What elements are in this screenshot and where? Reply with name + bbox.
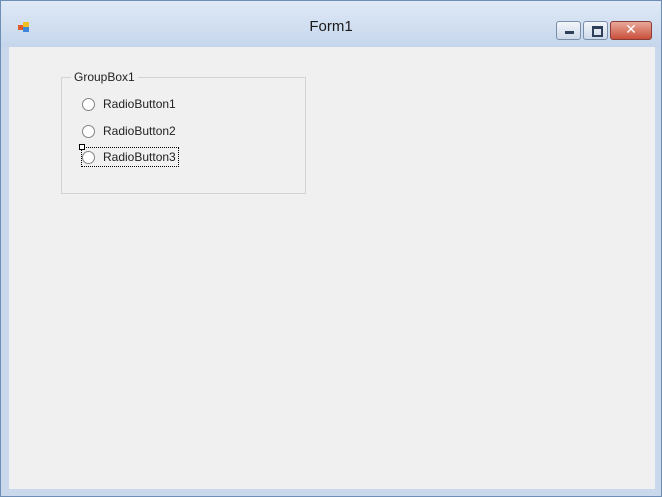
- radio-button-label: RadioButton3: [103, 150, 176, 164]
- close-button[interactable]: ✕: [610, 21, 652, 40]
- form-client-area: GroupBox1 RadioButton1 RadioButton2 Radi…: [9, 47, 655, 489]
- maximize-icon: [592, 26, 603, 37]
- radio-circle-icon: [82, 124, 95, 138]
- minimize-button[interactable]: [556, 21, 581, 40]
- selection-handle[interactable]: [79, 144, 85, 150]
- maximize-button[interactable]: [583, 21, 608, 40]
- radio-button-label: RadioButton1: [103, 97, 176, 111]
- minimize-icon: [565, 31, 574, 34]
- radio-circle-icon: [82, 97, 95, 111]
- radio-button-1[interactable]: RadioButton1: [82, 95, 176, 113]
- radio-button-3[interactable]: RadioButton3: [81, 147, 179, 167]
- form-window: Form1 ✕ GroupBox1 RadioButton1 RadioButt…: [0, 0, 662, 497]
- radio-button-2[interactable]: RadioButton2: [82, 122, 176, 140]
- caption-buttons: ✕: [554, 21, 652, 40]
- title-bar[interactable]: Form1 ✕: [1, 1, 661, 47]
- radio-button-label: RadioButton2: [103, 124, 176, 138]
- radio-circle-icon: [82, 150, 95, 164]
- groupbox-label: GroupBox1: [71, 70, 138, 84]
- close-icon: ✕: [625, 22, 637, 38]
